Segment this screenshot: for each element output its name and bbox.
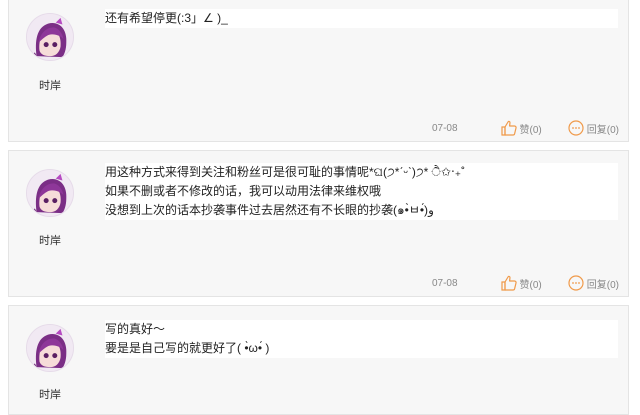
comment-content: 用这种方式来得到关注和粉丝可是很可耻的事情呢*ଘ(੭*ˊᵕˋ)੭* ੈ✩‧₊˚ … bbox=[105, 163, 618, 220]
like-button[interactable]: 赞(0) bbox=[500, 119, 542, 137]
comment-text-line: 如果不删或者不修改的话，我可以动用法律来维权哦 bbox=[105, 184, 382, 198]
reply-count-label: 回复(0) bbox=[586, 124, 619, 136]
comment-text-line: 写的真好～ bbox=[105, 322, 166, 336]
comment-footer: 07-08 赞(0) 回复(0) bbox=[432, 119, 619, 137]
comment-card: 时岸 还有希望停更(:3」∠ )_ 07-08 赞(0) 回复(0) bbox=[8, 0, 629, 142]
like-count-label: 赞(0) bbox=[519, 124, 542, 136]
comment-user: 时岸 bbox=[9, 306, 91, 414]
comment-content: 写的真好～ 要是是自己写的就更好了( •̀ω•́ ) bbox=[105, 320, 618, 358]
speech-bubble-icon bbox=[568, 120, 584, 136]
avatar[interactable] bbox=[26, 169, 74, 217]
thumbs-up-icon bbox=[500, 120, 517, 136]
avatar[interactable] bbox=[26, 324, 74, 372]
comment-date: 07-08 bbox=[431, 277, 458, 289]
speech-bubble-icon bbox=[568, 275, 584, 291]
like-button[interactable]: 赞(0) bbox=[500, 274, 542, 292]
avatar-image bbox=[27, 170, 73, 216]
comment-card: 时岸 写的真好～ 要是是自己写的就更好了( •̀ω•́ ) bbox=[8, 305, 629, 415]
comment-user: 时岸 bbox=[9, 151, 91, 296]
reply-count-label: 回复(0) bbox=[586, 279, 619, 291]
avatar-image bbox=[27, 325, 73, 371]
comment-card: 时岸 用这种方式来得到关注和粉丝可是很可耻的事情呢*ଘ(੭*ˊᵕˋ)੭* ੈ✩‧… bbox=[8, 150, 629, 297]
reply-button[interactable]: 回复(0) bbox=[567, 274, 619, 292]
comment-user: 时岸 bbox=[9, 0, 91, 141]
comment-text-line: 还有希望停更(:3」∠ )_ bbox=[105, 11, 228, 25]
username[interactable]: 时岸 bbox=[9, 386, 91, 402]
avatar-image bbox=[27, 14, 73, 60]
comment-text-line: 没想到上次的话本抄袭事件过去居然还有不长眼的抄袭(๑•̀ㅂ•́)و bbox=[105, 203, 434, 217]
comment-text-line: 用这种方式来得到关注和粉丝可是很可耻的事情呢*ଘ(੭*ˊᵕˋ)੭* ੈ✩‧₊˚ bbox=[105, 165, 466, 179]
thumbs-up-icon bbox=[500, 275, 517, 291]
comment-text-line: 要是是自己写的就更好了( •̀ω•́ ) bbox=[105, 341, 270, 355]
username[interactable]: 时岸 bbox=[9, 232, 91, 248]
comment-footer: 07-08 赞(0) 回复(0) bbox=[432, 274, 619, 292]
reply-button[interactable]: 回复(0) bbox=[567, 119, 619, 137]
avatar[interactable] bbox=[26, 13, 74, 61]
username[interactable]: 时岸 bbox=[9, 77, 91, 93]
comment-content: 还有希望停更(:3」∠ )_ bbox=[105, 9, 618, 28]
comment-date: 07-08 bbox=[431, 122, 458, 134]
like-count-label: 赞(0) bbox=[519, 279, 542, 291]
